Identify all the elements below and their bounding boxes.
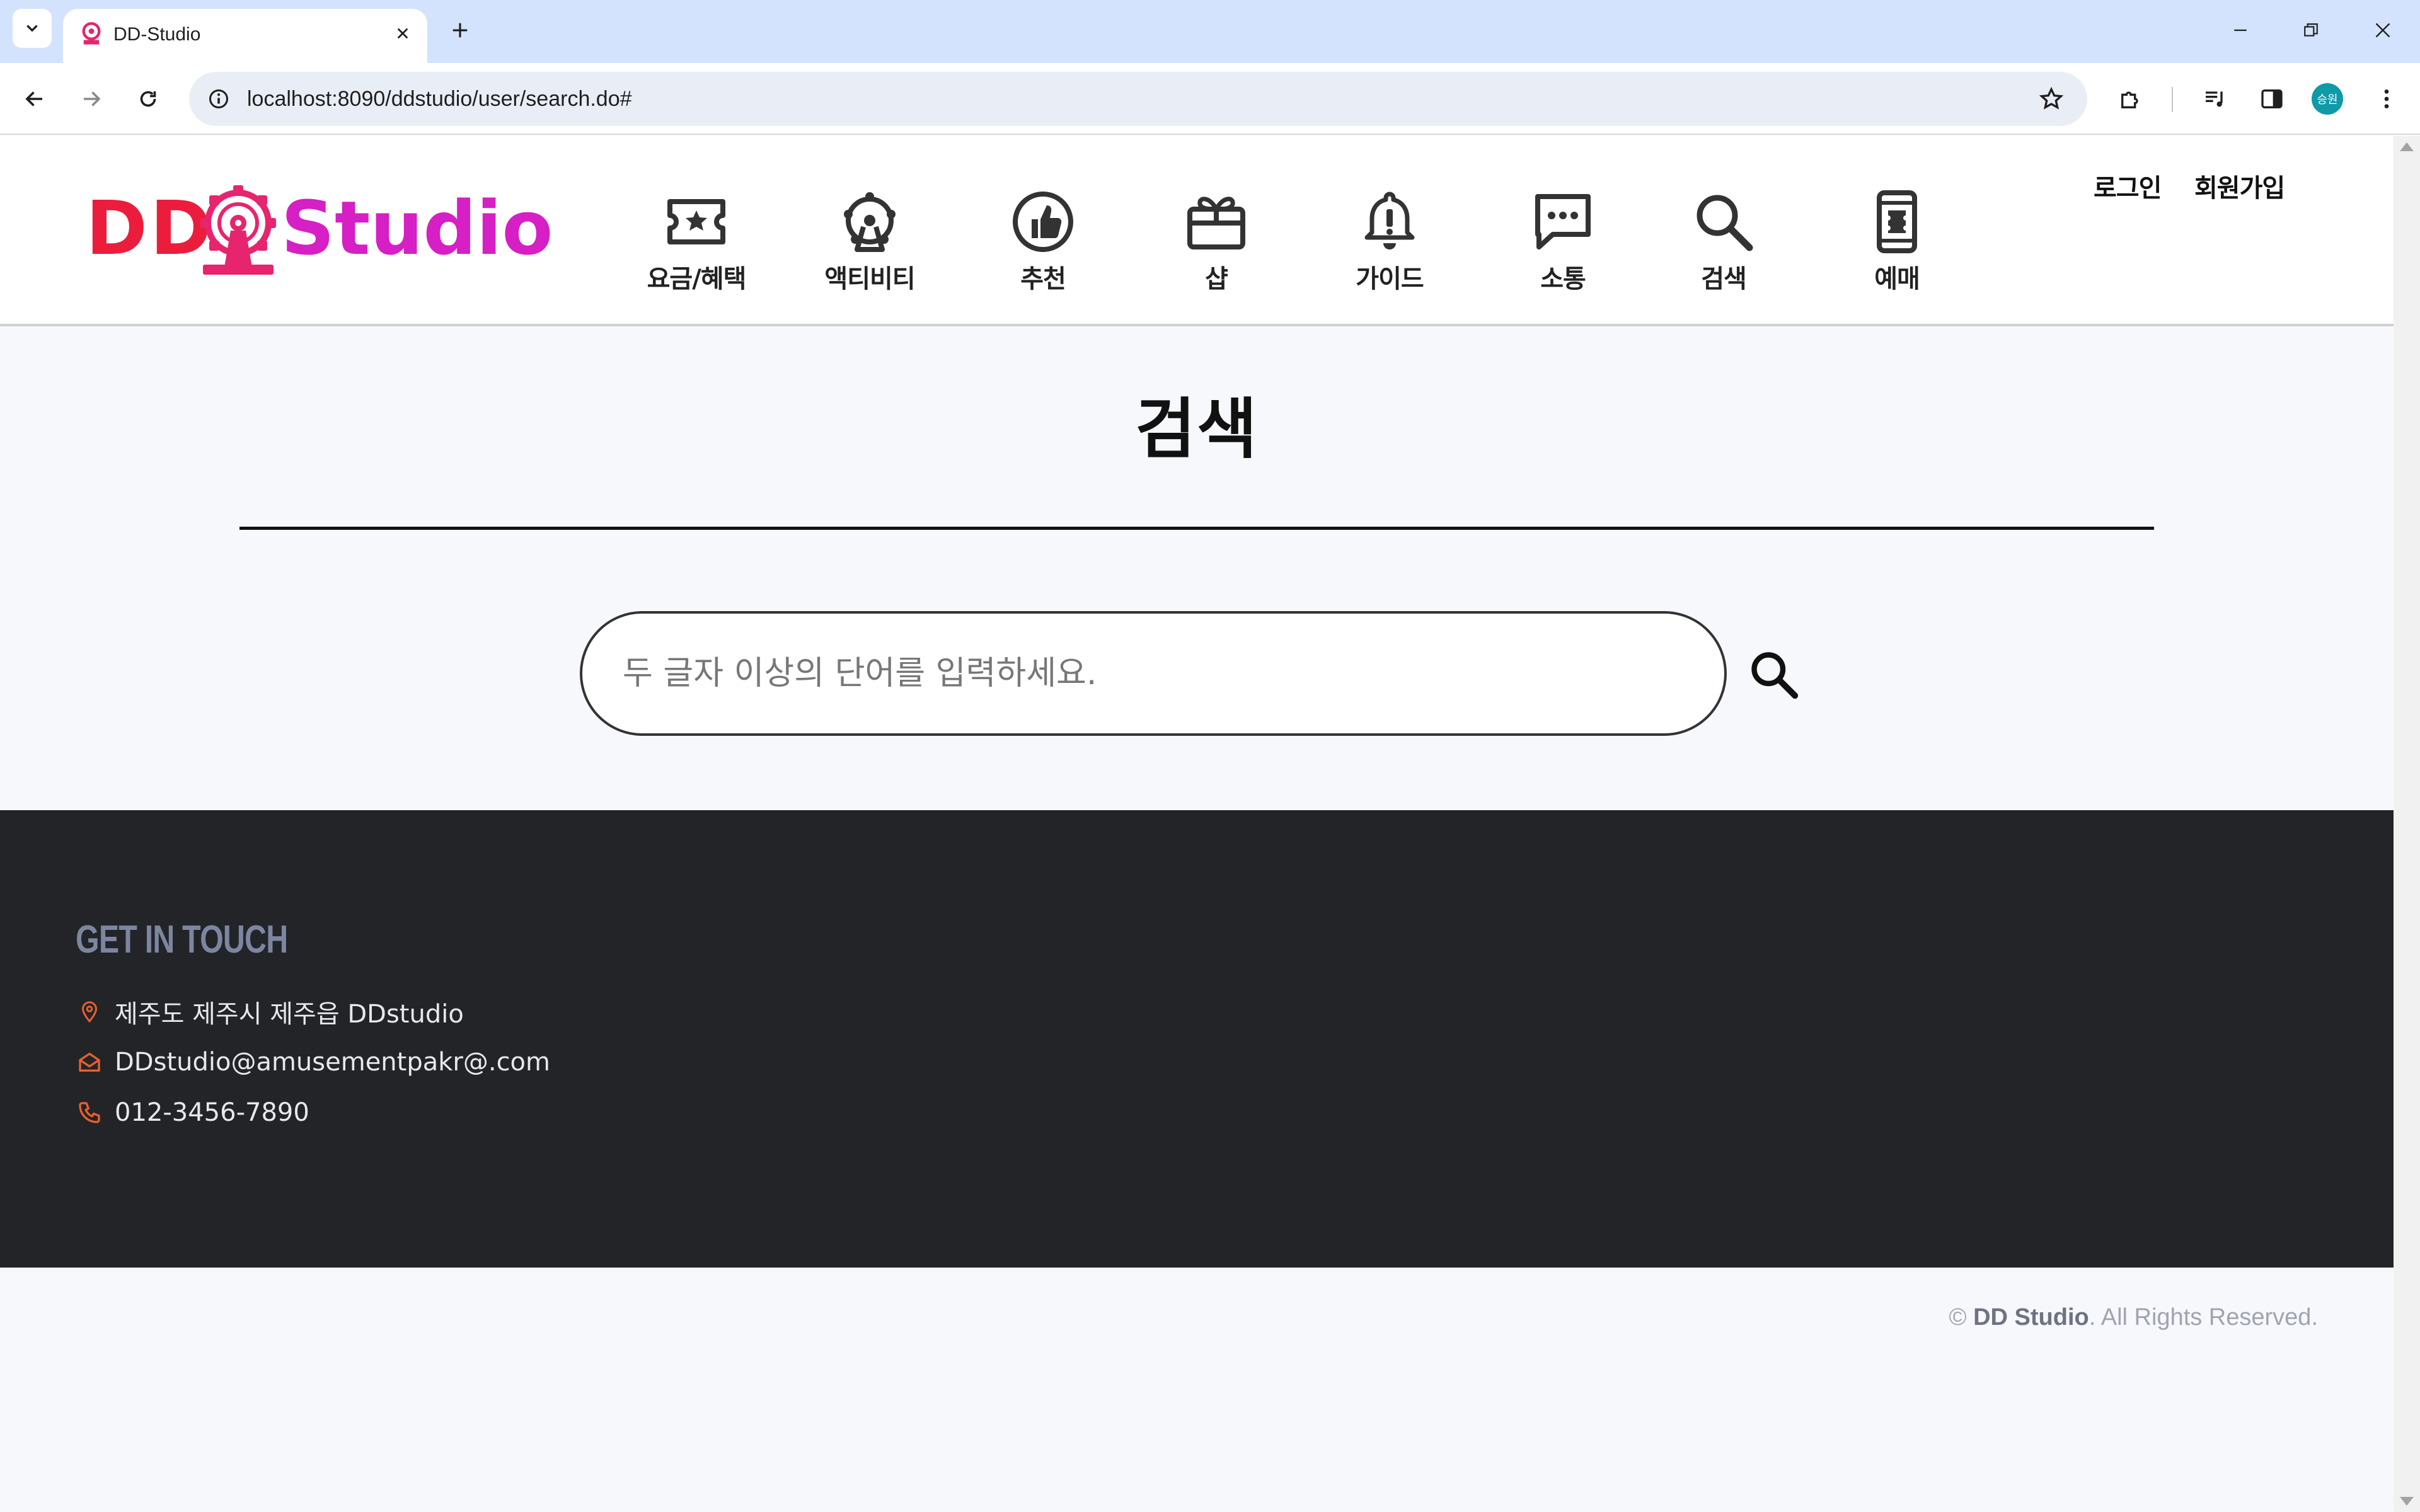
footer-email[interactable]: DDstudio@amusementpakr@.com (115, 1048, 550, 1077)
phone-icon (76, 1099, 103, 1126)
footer-phone[interactable]: 012-3456-7890 (115, 1098, 309, 1127)
plus-icon (452, 23, 468, 38)
nav-label: 액티비티 (824, 265, 915, 294)
thumbs-up-icon (1013, 192, 1073, 252)
chat-bubble-icon (1535, 194, 1591, 249)
tab-search-button[interactable] (13, 9, 52, 48)
reload-button[interactable] (126, 77, 170, 121)
footer-email-row: DDstudio@amusementpakr@.com (76, 1043, 550, 1081)
footer-address-row: 제주도 제주시 제주읍 DDstudio (76, 993, 464, 1031)
search-field-container (580, 611, 1727, 736)
map-pin-icon (76, 998, 103, 1026)
vertical-scrollbar[interactable] (2394, 136, 2420, 1512)
search-input[interactable] (623, 639, 1669, 708)
copyright-text: © DD Studio. All Rights Reserved. (1949, 1304, 2318, 1331)
logo-studio-text: Studio (281, 185, 553, 272)
nav-item-shop[interactable]: 샵 (1144, 184, 1289, 310)
mobile-ticket-icon (1877, 190, 1917, 253)
nav-item-pricing[interactable]: 요금/혜택 (624, 184, 769, 310)
site-logo[interactable]: DD Studio (86, 175, 553, 281)
login-link[interactable]: 로그인 (2094, 168, 2162, 204)
search-icon (1751, 652, 1799, 699)
envelope-open-icon (76, 1048, 103, 1076)
nav-item-search[interactable]: 검색 (1651, 184, 1796, 310)
new-tab-button[interactable] (440, 10, 480, 50)
toolbar-separator (2172, 87, 2173, 112)
back-button[interactable] (13, 77, 57, 121)
playlist-music-icon (2206, 91, 2223, 107)
site-info-button[interactable] (200, 81, 237, 117)
arrow-left-icon (25, 91, 42, 106)
ferris-wheel-icon (844, 192, 896, 252)
nav-label: 소통 (1540, 265, 1586, 294)
search-icon (1697, 195, 1753, 251)
footer-address: 제주도 제주시 제주읍 DDstudio (115, 1000, 464, 1029)
nav-item-community[interactable]: 소통 (1490, 184, 1635, 310)
forward-button[interactable] (69, 77, 113, 121)
tab-title: DD-Studio (113, 24, 201, 45)
browser-menu-button[interactable] (2365, 77, 2409, 121)
minimize-icon (2234, 29, 2247, 32)
extensions-button[interactable] (2109, 77, 2153, 121)
reload-icon (140, 91, 156, 107)
nav-label: 샵 (1205, 265, 1228, 294)
nav-item-recommend[interactable]: 추천 (971, 184, 1115, 310)
minimize-button[interactable] (2218, 11, 2262, 49)
star-outline-icon (2039, 86, 2064, 110)
restore-button[interactable] (2289, 11, 2333, 49)
bell-alert-icon (1364, 192, 1415, 249)
gift-card-icon (1187, 197, 1245, 249)
nav-label: 가이드 (1356, 265, 1424, 294)
window-close-button[interactable] (2361, 11, 2405, 49)
info-icon (209, 89, 228, 108)
profile-avatar[interactable]: 승원 (2312, 83, 2343, 115)
site-footer: GET IN TOUCH 제주도 제주시 제주읍 DDstudio DDstud… (0, 810, 2394, 1268)
title-divider (239, 527, 2154, 530)
side-panel-icon (2261, 89, 2283, 108)
nav-label: 검색 (1701, 265, 1747, 294)
browser-tab-bar: DD-Studio (0, 0, 2420, 63)
media-control-button[interactable] (2193, 77, 2237, 121)
more-vertical-icon (2384, 89, 2389, 108)
site-header: DD Studio 요금/혜택 액티비티 추천 샵 가이드 소통 검색 예매 로… (0, 136, 2394, 326)
address-bar[interactable]: localhost:8090/ddstudio/user/search.do# (189, 72, 2087, 126)
ticket-star-icon (667, 199, 725, 244)
search-submit-button[interactable] (1739, 640, 1809, 709)
browser-toolbar: localhost:8090/ddstudio/user/search.do# (0, 63, 2420, 135)
browser-tab-active[interactable]: DD-Studio (63, 9, 427, 63)
arrow-right-icon (84, 91, 101, 106)
side-panel-button[interactable] (2250, 77, 2294, 121)
restore-icon (2304, 23, 2318, 37)
nav-item-guide[interactable]: 가이드 (1317, 184, 1462, 310)
close-icon (2375, 23, 2390, 38)
footer-phone-row: 012-3456-7890 (76, 1094, 309, 1131)
nav-label: 예매 (1874, 265, 1920, 294)
nav-label: 요금/혜택 (647, 265, 747, 294)
copyright-brand: DD Studio (1973, 1304, 2089, 1331)
footer-heading: GET IN TOUCH (76, 918, 288, 961)
url-text[interactable]: localhost:8090/ddstudio/user/search.do# (247, 84, 632, 113)
scroll-up-arrow-icon[interactable] (2400, 142, 2414, 151)
bookmark-button[interactable] (2034, 82, 2068, 116)
copyright-symbol: © (1949, 1304, 1967, 1331)
signup-link[interactable]: 회원가입 (2194, 168, 2285, 204)
nav-item-activity[interactable]: 액티비티 (797, 184, 942, 310)
chevron-down-icon (26, 25, 38, 32)
nav-label: 추천 (1020, 265, 1066, 294)
nav-item-booking[interactable]: 예매 (1824, 184, 1969, 310)
page-viewport: DD Studio 요금/혜택 액티비티 추천 샵 가이드 소통 검색 예매 로… (0, 136, 2394, 1512)
tab-close-button[interactable] (389, 20, 416, 47)
close-icon (397, 28, 408, 39)
ferris-wheel-logo-icon (200, 185, 276, 275)
ferris-wheel-favicon-icon (82, 22, 101, 45)
scroll-down-arrow-icon[interactable] (2400, 1497, 2414, 1506)
puzzle-icon (2121, 91, 2138, 108)
page-title: 검색 (1135, 391, 1259, 467)
copyright-rest: . All Rights Reserved. (2089, 1304, 2318, 1331)
